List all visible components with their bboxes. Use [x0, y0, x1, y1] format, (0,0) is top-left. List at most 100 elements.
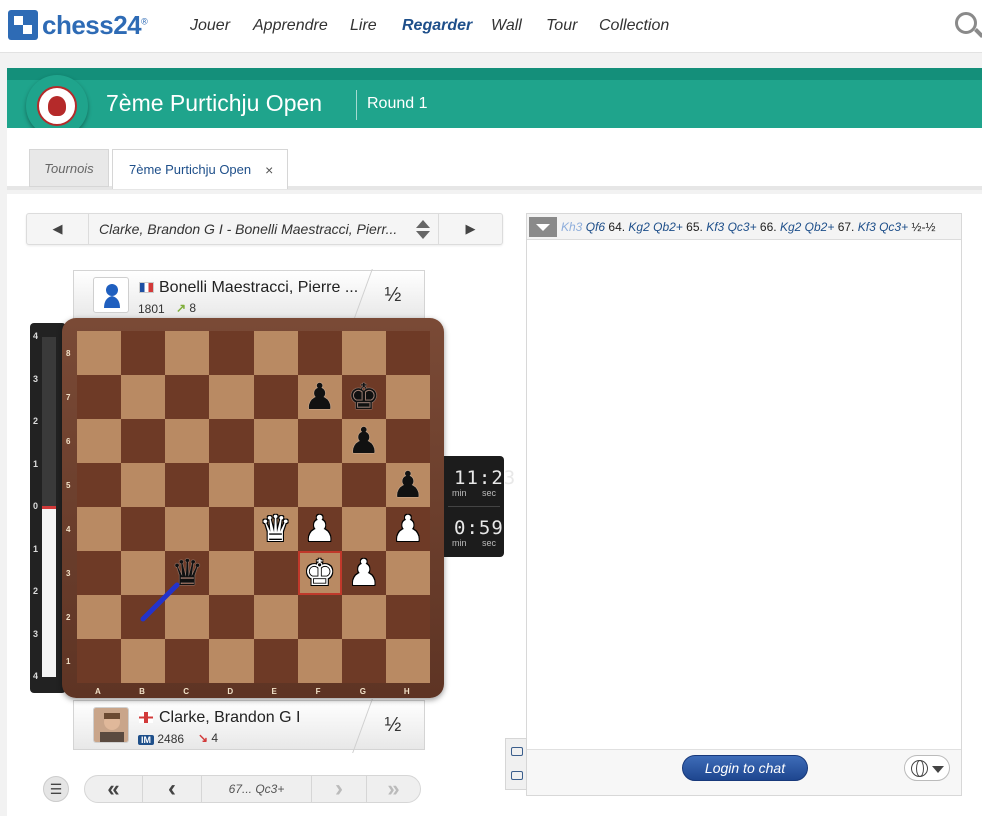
chevron-down-icon: [932, 766, 944, 773]
file-label: C: [183, 687, 190, 696]
notation-bar: Kh3 Qf6 64. Kg2 Qb2+ 65. Kf3 Qc3+ 66. Kg…: [527, 214, 961, 240]
move-san[interactable]: Kg2: [780, 220, 801, 234]
clock-white-sec: sec: [482, 538, 497, 548]
language-button[interactable]: [904, 755, 950, 781]
game-selector: ◀ Clarke, Brandon G I - Bonelli Maestrac…: [26, 213, 503, 245]
eval-tick: 1: [33, 543, 39, 554]
tab-event[interactable]: 7ème Purtichju Open ×: [112, 149, 288, 189]
move-arrow-line: [140, 582, 180, 622]
nav-item-collection[interactable]: Collection: [599, 17, 669, 35]
tab-event-label: 7ème Purtichju Open: [129, 162, 252, 177]
move-number: ½-½: [911, 220, 936, 234]
chevron-down-icon[interactable]: [529, 217, 557, 237]
globe-icon: [911, 760, 928, 777]
file-label: E: [271, 687, 277, 696]
notation-chat-panel: Kh3 Qf6 64. Kg2 Qb2+ 65. Kf3 Qc3+ 66. Kg…: [526, 213, 962, 796]
move-san[interactable]: Qf6: [586, 220, 605, 234]
triangle-left-icon: ◀: [52, 221, 63, 236]
arrow-up-icon: ↗: [176, 301, 187, 315]
player-photo-icon: [94, 708, 128, 742]
result-black: ½: [362, 271, 424, 319]
round-separator: [356, 90, 357, 120]
first-move-button[interactable]: «: [85, 776, 143, 802]
rating-change-black-value: 8: [189, 301, 197, 315]
game-selector-label[interactable]: Clarke, Brandon G I - Bonelli Maestracci…: [99, 221, 404, 237]
eval-tick: 2: [33, 416, 39, 426]
nav-item-lire[interactable]: Lire: [350, 17, 377, 35]
move-san[interactable]: Qc3+: [879, 220, 908, 234]
nav-item-jouer[interactable]: Jouer: [190, 17, 230, 35]
tab-tournois[interactable]: Tournois: [29, 149, 109, 187]
search-icon[interactable]: [955, 12, 977, 34]
logo-text: chess24: [42, 9, 142, 40]
rank-label: 1: [66, 657, 71, 666]
nav-item-wall[interactable]: Wall: [491, 17, 522, 35]
file-label: H: [403, 687, 410, 696]
avatar: [93, 707, 129, 743]
chevron-right-icon: ›: [335, 775, 343, 802]
move-san[interactable]: Kf3: [858, 220, 876, 234]
move-san[interactable]: Kh3: [561, 220, 582, 234]
move-san[interactable]: Kg2: [628, 220, 649, 234]
previous-game-button[interactable]: ◀: [27, 214, 89, 244]
eval-tick: 1: [33, 458, 39, 469]
rating-change-white-value: 4: [211, 731, 219, 745]
nav-item-apprendre[interactable]: Apprendre: [253, 17, 328, 35]
move-number: 67.: [837, 220, 855, 234]
hamburger-icon: ☰: [49, 780, 63, 797]
eval-zero-marker: [42, 506, 56, 509]
nav-item-regarder[interactable]: Regarder: [402, 17, 472, 35]
file-label: B: [139, 687, 145, 696]
chat-tab-icon[interactable]: [511, 771, 523, 780]
rank-label: 8: [66, 349, 71, 358]
double-chevron-left-icon: «: [107, 776, 120, 801]
evaluation-bar: 4 3 2 1 0 1 2 3 4: [30, 323, 66, 693]
file-label: G: [359, 687, 366, 696]
chess24-logo[interactable]: chess24®: [8, 9, 148, 41]
clock-white-min: min: [452, 538, 467, 548]
next-game-button[interactable]: ▶: [438, 214, 502, 244]
menu-button[interactable]: ☰: [43, 776, 69, 802]
previous-move-button[interactable]: ‹: [143, 775, 202, 802]
round-label[interactable]: Round 1: [367, 95, 428, 113]
player-name-white[interactable]: Clarke, Brandon G I: [159, 709, 300, 727]
sort-updown-icon[interactable]: [416, 220, 430, 240]
rank-label: 3: [66, 569, 71, 578]
header-band: [7, 68, 982, 80]
current-move-label[interactable]: 67... Qc3+: [202, 776, 312, 802]
clock-divider: [448, 506, 500, 507]
rating-change-white: ↘ 4: [198, 731, 218, 745]
rank-label: 7: [66, 393, 71, 402]
file-label: F: [315, 687, 321, 696]
result-white: ½: [362, 701, 424, 749]
move-san[interactable]: Qb2+: [805, 220, 835, 234]
close-icon[interactable]: ×: [265, 162, 273, 178]
clock-black: 11:23: [454, 467, 517, 489]
rank-label: 2: [66, 613, 71, 622]
move-san[interactable]: Qc3+: [728, 220, 757, 234]
eval-white-fill: [42, 507, 56, 677]
move-number: 64.: [608, 220, 626, 234]
move-san[interactable]: Kf3: [706, 220, 724, 234]
eval-tick: 3: [33, 628, 39, 639]
chevron-left-icon: ‹: [168, 775, 176, 802]
clock-black-min: min: [452, 488, 467, 498]
flag-france-icon: [139, 282, 154, 293]
file-label: A: [95, 687, 101, 696]
login-to-chat-button[interactable]: Login to chat: [682, 755, 808, 781]
move-san[interactable]: Qb2+: [653, 220, 683, 234]
player-card-white: Clarke, Brandon G I IM 2486 ↘ 4 ½: [73, 700, 425, 750]
last-move-button[interactable]: »: [367, 776, 420, 802]
avatar: [93, 277, 129, 313]
top-navigation: chess24® Jouer Apprendre Lire Regarder W…: [0, 0, 982, 53]
chat-footer: Login to chat: [527, 749, 961, 795]
notation-tab-icon[interactable]: [511, 747, 523, 756]
move-number: 66.: [759, 220, 777, 234]
arrow-down-icon: ↘: [198, 731, 209, 745]
eval-tick: 0: [33, 501, 39, 511]
eval-tick: 4: [33, 671, 39, 681]
next-move-button[interactable]: ›: [312, 775, 367, 802]
player-name-black[interactable]: Bonelli Maestracci, Pierre ...: [159, 279, 358, 297]
nav-item-tour[interactable]: Tour: [546, 17, 577, 35]
title-badge: IM: [138, 735, 154, 745]
